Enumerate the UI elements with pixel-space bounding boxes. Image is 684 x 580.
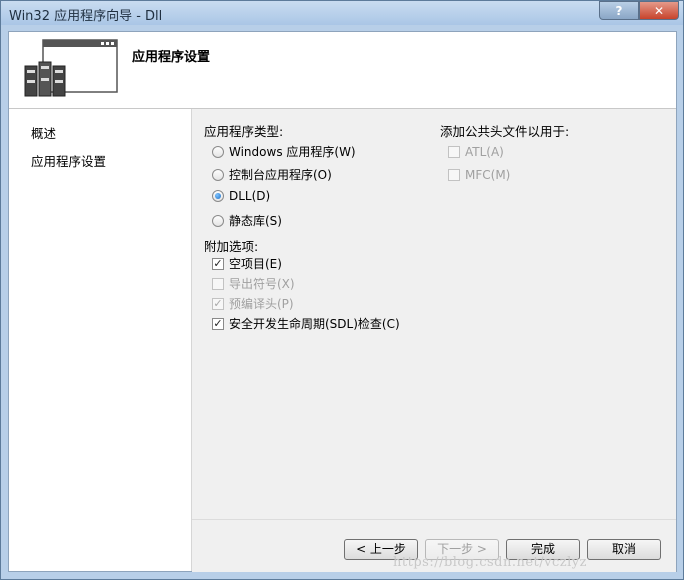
checkbox-box — [448, 169, 460, 181]
checkbox-export-symbols: 导出符号(X) — [212, 275, 295, 292]
help-button[interactable]: ? — [599, 1, 639, 20]
checkbox-label: MFC(M) — [465, 168, 511, 182]
checkbox-box[interactable]: ✓ — [212, 317, 224, 330]
checkbox-label: 安全开发生命周期(SDL)检查(C) — [229, 317, 400, 331]
checkbox-sdl-checks[interactable]: ✓ 安全开发生命周期(SDL)检查(C) — [212, 315, 400, 332]
cancel-button[interactable]: 取消 — [587, 539, 661, 560]
wizard-app-icon — [24, 39, 118, 97]
checkbox-box — [448, 146, 460, 158]
settings-content: 应用程序类型: Windows 应用程序(W) 控制台应用程序(O) DLL(D… — [192, 109, 676, 519]
extra-options-label: 附加选项: — [204, 239, 259, 254]
checkbox-box — [212, 277, 224, 290]
checkbox-mfc: MFC(M) — [448, 168, 510, 182]
checkbox-label: 导出符号(X) — [229, 277, 295, 291]
radio-label: 控制台应用程序(O) — [229, 168, 332, 182]
checkbox-empty-project[interactable]: ✓ 空项目(E) — [212, 255, 282, 272]
radio-label: 静态库(S) — [229, 214, 282, 228]
wizard-header: 应用程序设置 — [9, 32, 676, 109]
radio-label: Windows 应用程序(W) — [229, 145, 356, 159]
checkbox-label: 空项目(E) — [229, 257, 282, 271]
app-type-label: 应用程序类型: — [204, 124, 284, 139]
radio-console-app[interactable]: 控制台应用程序(O) — [212, 166, 332, 183]
title-bar[interactable]: Win32 应用程序向导 - Dll ? ✕ — [1, 1, 683, 25]
common-headers-label: 添加公共头文件以用于: — [440, 124, 570, 139]
page-title: 应用程序设置 — [132, 50, 211, 65]
radio-static-lib[interactable]: 静态库(S) — [212, 212, 282, 229]
radio-windows-app[interactable]: Windows 应用程序(W) — [212, 143, 356, 160]
radio-label: DLL(D) — [229, 189, 271, 203]
checkbox-precompiled-header: ✓ 预编译头(P) — [212, 295, 294, 312]
checkbox-label: ATL(A) — [465, 145, 504, 159]
checkbox-label: 预编译头(P) — [229, 297, 294, 311]
window-title: Win32 应用程序向导 - Dll — [9, 9, 163, 24]
nav-item-overview[interactable]: 概述 — [31, 123, 56, 142]
watermark-text: https://blog.csdn.net/vczlyz — [393, 555, 587, 570]
dialog-client: 应用程序设置 概述 应用程序设置 应用程序类型: Windows 应用程序(W)… — [8, 31, 677, 572]
radio-indicator-selected[interactable] — [212, 190, 224, 202]
close-button[interactable]: ✕ — [639, 1, 679, 20]
radio-indicator[interactable] — [212, 168, 224, 181]
checkbox-box[interactable]: ✓ — [212, 257, 224, 270]
checkbox-box: ✓ — [212, 296, 224, 310]
nav-item-app-settings[interactable]: 应用程序设置 — [31, 151, 106, 170]
radio-indicator[interactable] — [212, 214, 224, 227]
checkbox-atl: ATL(A) — [448, 145, 504, 159]
radio-indicator[interactable] — [212, 145, 224, 158]
wizard-nav: 概述 应用程序设置 — [9, 109, 192, 571]
radio-dll[interactable]: DLL(D) — [212, 189, 270, 203]
wizard-window: Win32 应用程序向导 - Dll ? ✕ 应用程序设置 概述 应用程序设置 — [0, 0, 684, 580]
